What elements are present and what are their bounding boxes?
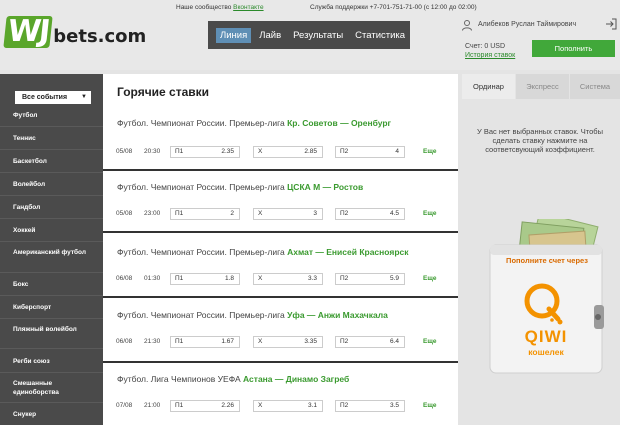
odd-x[interactable]: Х 3.35 [253, 336, 323, 348]
qiwi-logo-text: QIWI [524, 327, 568, 346]
community-link[interactable]: Вконтакте [233, 4, 263, 11]
nav-live[interactable]: Лайв [259, 30, 281, 41]
event-league: Футбол. Чемпионат России. Премьер-лига [117, 247, 285, 257]
main-nav: Линия Лайв Результаты Статистика [208, 21, 410, 49]
event-date: 06/08 [116, 338, 133, 345]
event-time: 21:00 [144, 402, 161, 409]
event-time: 20:30 [144, 148, 161, 155]
nav-line[interactable]: Линия [216, 27, 252, 43]
sidebar-item-football[interactable]: Футбол [13, 111, 98, 120]
qiwi-banner-text: Пополните счет через [506, 256, 588, 265]
sidebar: Все события ▼ Футбол Теннис Баскетбол Во… [0, 74, 103, 425]
event-time: 21:30 [144, 338, 161, 345]
event-time: 01:30 [144, 275, 161, 282]
odd-x[interactable]: Х 2.85 [253, 146, 323, 158]
odd-p1[interactable]: П1 1.8 [170, 273, 240, 285]
tab-system[interactable]: Система [570, 74, 620, 99]
odd-p1[interactable]: П1 2.26 [170, 400, 240, 412]
qiwi-banner[interactable]: Пополните счет через QIWI кошелек [486, 211, 604, 379]
chevron-down-icon: ▼ [81, 94, 87, 100]
more-link[interactable]: Еще [423, 338, 436, 345]
sidebar-item-volleyball[interactable]: Волейбол [13, 180, 98, 189]
empty-betslip-message: У Вас нет выбранных ставок. Чтобы сделат… [477, 127, 603, 154]
support-text: Служба поддержки +7-701-751-71-00 (с 12:… [310, 4, 477, 11]
odd-x[interactable]: Х3 [253, 208, 323, 220]
logo[interactable]: WJ bets.com [3, 14, 147, 49]
sidebar-item-beach-volleyball[interactable]: Пляжный волейбол [13, 325, 98, 334]
event-teams: Астана — Динамо Загреб [243, 374, 350, 384]
tab-single[interactable]: Ординар [462, 74, 515, 99]
header: WJ bets.com Наше сообщество Вконтакте Сл… [0, 0, 620, 70]
sidebar-item-mma[interactable]: Смешанные единоборства [13, 379, 98, 397]
balance: Счет: 0 USD [465, 43, 505, 50]
event-title[interactable]: Футбол. Чемпионат России. Премьер-лига Ц… [117, 182, 363, 192]
more-link[interactable]: Еще [423, 402, 436, 409]
event-date: 06/08 [116, 275, 133, 282]
odd-p2[interactable]: П2 6.4 [335, 336, 405, 348]
user-name[interactable]: Алибеков Руслан Таймирович [478, 21, 576, 28]
event-league: Футбол. Чемпионат России. Премьер-лига [117, 118, 285, 128]
user-icon [462, 20, 472, 31]
sidebar-item-handball[interactable]: Гандбол [13, 203, 98, 212]
sidebar-item-rugby-union[interactable]: Регби союз [13, 357, 98, 366]
odd-p2[interactable]: П2 3.5 [335, 400, 405, 412]
odd-p1[interactable]: П1 2.35 [170, 146, 240, 158]
more-link[interactable]: Еще [423, 148, 436, 155]
odd-p2[interactable]: П2 4 [335, 146, 405, 158]
logo-wj: WJ [3, 14, 53, 49]
page-title: Горячие ставки [117, 85, 210, 99]
nav-statistics[interactable]: Статистика [355, 30, 405, 41]
event-teams: Уфа — Анжи Махачкала [287, 310, 388, 320]
event-title[interactable]: Футбол. Лига Чемпионов УЕФА Астана — Дин… [117, 374, 349, 384]
odd-x[interactable]: Х 3.3 [253, 273, 323, 285]
nav-results[interactable]: Результаты [293, 30, 343, 41]
odd-x[interactable]: Х 3.1 [253, 400, 323, 412]
event-league: Футбол. Чемпионат России. Премьер-лига [117, 310, 285, 320]
event-time: 23:00 [144, 210, 161, 217]
sport-filter-select[interactable]: Все события ▼ [15, 91, 91, 104]
event-teams: ЦСКА М — Ростов [287, 182, 364, 192]
sidebar-item-hockey[interactable]: Хоккей [13, 226, 98, 235]
sidebar-item-tennis[interactable]: Теннис [13, 134, 98, 143]
event-title[interactable]: Футбол. Чемпионат России. Премьер-лига К… [117, 118, 391, 128]
event-league: Футбол. Лига Чемпионов УЕФА [117, 374, 241, 384]
sidebar-item-snooker[interactable]: Снукер [13, 410, 98, 419]
logout-icon[interactable] [605, 18, 617, 30]
tab-express[interactable]: Экспресс [516, 74, 569, 99]
community-text: Наше сообщество Вконтакте [176, 4, 264, 11]
odd-p1[interactable]: П1 1.67 [170, 336, 240, 348]
event-league: Футбол. Чемпионат России. Премьер-лига [117, 182, 285, 192]
sidebar-item-basketball[interactable]: Баскетбол [13, 157, 98, 166]
history-link[interactable]: История ставок [465, 52, 515, 59]
more-link[interactable]: Еще [423, 275, 436, 282]
sidebar-item-esports[interactable]: Киберспорт [13, 303, 98, 312]
sidebar-item-boxing[interactable]: Бокс [13, 280, 98, 289]
event-date: 05/08 [116, 210, 133, 217]
event-teams: Ахмат — Енисей Красноярск [287, 247, 409, 257]
sport-filter-label: Все события [22, 94, 68, 101]
odd-p2[interactable]: П2 5.9 [335, 273, 405, 285]
logo-bets: bets.com [53, 26, 147, 47]
odd-p1[interactable]: П1 2 [170, 208, 240, 220]
odd-p2[interactable]: П2 4.5 [335, 208, 405, 220]
event-date: 07/08 [116, 402, 133, 409]
community-label: Наше сообщество [176, 4, 232, 11]
sidebar-item-american-football[interactable]: Американский футбол [13, 248, 98, 257]
more-link[interactable]: Еще [423, 210, 436, 217]
topup-button[interactable]: Пополнить [532, 40, 615, 57]
hot-bets-panel: Горячие ставки Футбол. Чемпионат России.… [103, 74, 458, 425]
betslip-panel: Ординар Экспресс Система У Вас нет выбра… [458, 74, 620, 425]
event-title[interactable]: Футбол. Чемпионат России. Премьер-лига А… [117, 247, 409, 257]
event-title[interactable]: Футбол. Чемпионат России. Премьер-лига У… [117, 310, 388, 320]
event-date: 05/08 [116, 148, 133, 155]
qiwi-sub-text: кошелек [528, 347, 564, 357]
event-teams: Кр. Советов — Оренбург [287, 118, 392, 128]
